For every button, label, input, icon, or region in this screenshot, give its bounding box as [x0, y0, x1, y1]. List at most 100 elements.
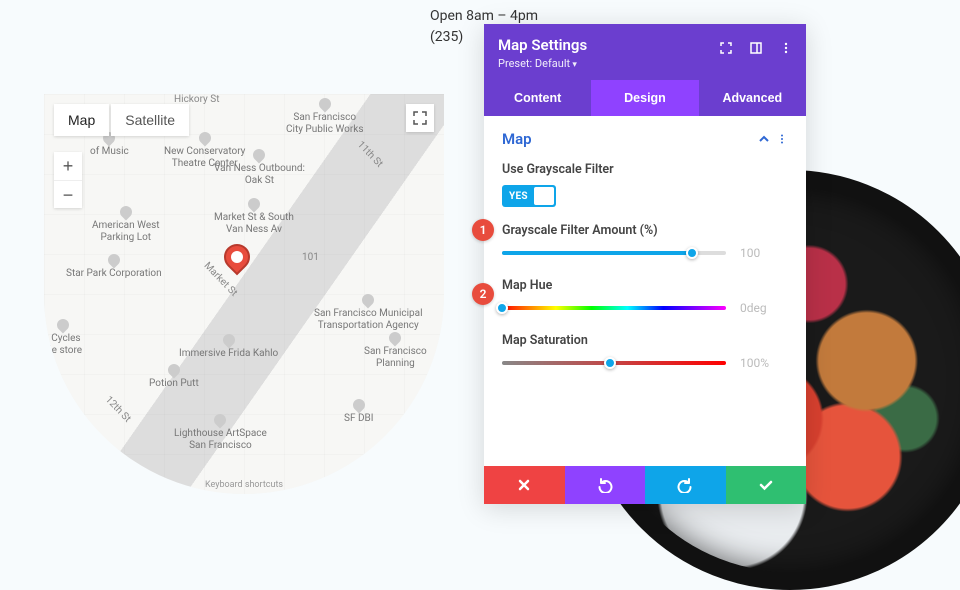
- cancel-button[interactable]: [484, 466, 565, 504]
- grayscale-toggle[interactable]: YES: [502, 185, 556, 207]
- field-map-hue: Map Hue 0deg: [502, 278, 788, 315]
- poi-pin-icon: [220, 332, 237, 349]
- slider-thumb[interactable]: [496, 302, 508, 314]
- close-icon: [517, 478, 531, 492]
- map-poi: Market St & South Van Ness Av: [214, 198, 294, 236]
- road-label: 101: [302, 252, 319, 263]
- poi-label: Van Ness Outbound: Oak St: [214, 163, 305, 187]
- amount-label: Grayscale Filter Amount (%): [502, 223, 788, 238]
- more-vertical-icon[interactable]: [776, 133, 788, 145]
- save-button[interactable]: [726, 466, 807, 504]
- hue-slider[interactable]: [502, 306, 726, 310]
- poi-pin-icon: [251, 147, 268, 164]
- field-grayscale-toggle: Use Grayscale Filter YES: [502, 162, 788, 207]
- panel-header-actions: [714, 36, 798, 60]
- expand-icon-button[interactable]: [714, 36, 738, 60]
- more-menu-button[interactable]: [774, 36, 798, 60]
- tab-design[interactable]: Design: [591, 80, 698, 116]
- poi-label: Star Park Corporation: [66, 268, 162, 280]
- dock-icon: [749, 41, 763, 55]
- map-marker-main[interactable]: [219, 239, 256, 276]
- poi-label: Lighthouse ArtSpace San Francisco: [174, 428, 267, 452]
- fullscreen-icon: [413, 111, 427, 125]
- map-poi: Immersive Frida Kahlo: [179, 334, 278, 360]
- poi-label: Market St & South Van Ness Av: [214, 212, 294, 236]
- poi-pin-icon: [212, 412, 229, 429]
- poi-label: San Francisco Municipal Transportation A…: [314, 308, 423, 332]
- poi-pin-icon: [316, 96, 333, 113]
- map-poi: t Cycles cle store: [44, 319, 82, 357]
- map-type-satellite-button[interactable]: Satellite: [111, 104, 189, 136]
- sat-value[interactable]: 100%: [740, 356, 788, 370]
- panel-tabs: Content Design Advanced: [484, 80, 806, 116]
- section-title: Map: [502, 130, 532, 148]
- poi-pin-icon: [245, 196, 262, 213]
- poi-label: New Conservatory Theatre Center: [164, 146, 245, 170]
- field-map-saturation: Map Saturation 100%: [502, 333, 788, 370]
- map-poi: Van Ness Outbound: Oak St: [214, 149, 305, 187]
- map-poi: Potion Putt: [149, 364, 199, 390]
- hue-value[interactable]: 0deg: [740, 301, 788, 315]
- amount-value[interactable]: 100: [740, 246, 788, 260]
- poi-label: Immersive Frida Kahlo: [179, 348, 278, 360]
- map-canvas[interactable]: Map Satellite + − San Francisco City Pub…: [44, 94, 444, 494]
- slider-thumb[interactable]: [686, 247, 698, 259]
- grayscale-label: Use Grayscale Filter: [502, 162, 788, 177]
- hue-label: Map Hue: [502, 278, 788, 293]
- map-poi: American West Parking Lot: [92, 206, 160, 244]
- check-icon: [758, 477, 774, 493]
- section-header-map[interactable]: Map: [502, 130, 788, 148]
- redo-icon: [677, 477, 693, 493]
- poi-label: San Francisco City Public Works: [286, 112, 363, 136]
- road-label: 11th St: [355, 139, 385, 169]
- map-poi: SF DBI: [344, 399, 373, 425]
- sat-label: Map Saturation: [502, 333, 788, 348]
- redo-button[interactable]: [645, 466, 726, 504]
- field-grayscale-amount: Grayscale Filter Amount (%) 100: [502, 223, 788, 260]
- chevron-up-icon[interactable]: [758, 133, 770, 145]
- poi-pin-icon: [360, 292, 377, 309]
- poi-pin-icon: [105, 252, 122, 269]
- map-poi: San Francisco Municipal Transportation A…: [314, 294, 423, 332]
- map-settings-panel: Map Settings Preset: Default Content Des…: [484, 24, 806, 504]
- zoom-controls: + −: [54, 152, 82, 208]
- saturation-slider[interactable]: [502, 361, 726, 365]
- poi-pin-icon: [55, 317, 72, 334]
- expand-icon: [719, 41, 733, 55]
- tab-advanced[interactable]: Advanced: [699, 80, 806, 116]
- poi-pin-icon: [165, 362, 182, 379]
- tab-content[interactable]: Content: [484, 80, 591, 116]
- grayscale-amount-slider[interactable]: [502, 251, 726, 255]
- map-container: Map Satellite + − San Francisco City Pub…: [44, 94, 444, 494]
- poi-label: San Francisco Planning: [364, 346, 427, 370]
- zoom-out-button[interactable]: −: [54, 180, 82, 208]
- dock-icon-button[interactable]: [744, 36, 768, 60]
- poi-label: of Music: [90, 146, 129, 158]
- map-type-toolbar: Map Satellite: [54, 104, 189, 136]
- map-type-map-button[interactable]: Map: [54, 104, 109, 136]
- panel-footer: [484, 466, 806, 504]
- poi-pin-icon: [350, 397, 367, 414]
- zoom-in-button[interactable]: +: [54, 152, 82, 180]
- poi-label: American West Parking Lot: [92, 220, 160, 244]
- annotation-badge-1: 1: [472, 219, 494, 241]
- section-actions: [758, 133, 788, 145]
- poi-pin-icon: [196, 130, 213, 147]
- map-poi: Star Park Corporation: [66, 254, 162, 280]
- toggle-yes-label: YES: [504, 191, 533, 202]
- poi-pin-icon: [117, 204, 134, 221]
- more-vertical-icon: [779, 41, 793, 55]
- undo-button[interactable]: [565, 466, 646, 504]
- toggle-knob: [534, 187, 554, 205]
- map-poi: San Francisco City Public Works: [286, 98, 363, 136]
- map-poi: New Conservatory Theatre Center: [164, 132, 245, 170]
- keyboard-shortcuts-link[interactable]: Keyboard shortcuts: [205, 480, 283, 490]
- annotation-badge-2: 2: [472, 283, 494, 305]
- panel-header: Map Settings Preset: Default: [484, 24, 806, 80]
- slider-thumb[interactable]: [604, 357, 616, 369]
- poi-label: SF DBI: [344, 413, 373, 425]
- panel-body: Map Use Grayscale Filter YES Grayscale F…: [484, 116, 806, 466]
- poi-label: Potion Putt: [149, 378, 199, 390]
- road-label: 12th St: [103, 394, 133, 424]
- fullscreen-button[interactable]: [406, 104, 434, 132]
